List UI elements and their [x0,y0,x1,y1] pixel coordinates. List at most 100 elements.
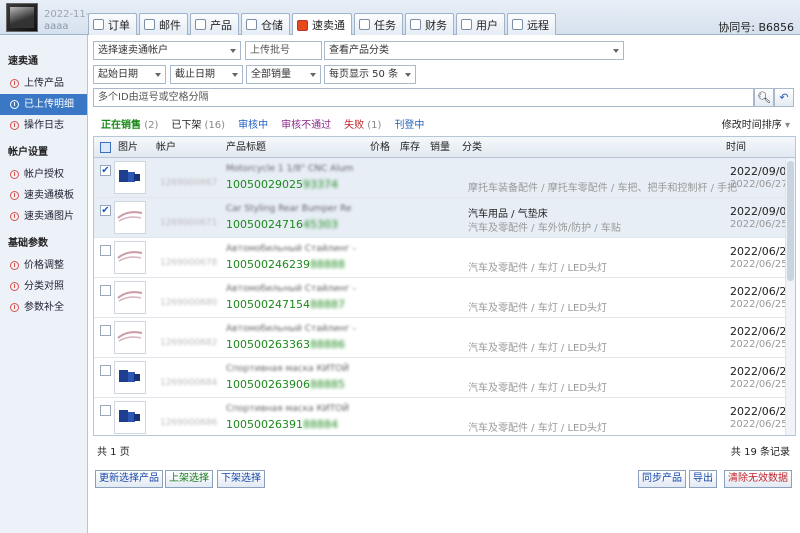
product-id-tail: 45303 [302,218,338,231]
row-title[interactable]: Автомобильный Стайлинг - [226,284,356,294]
status-publishing[interactable]: 刊登中 [394,116,424,131]
reset-button[interactable]: ↶ [774,88,794,107]
row-product-id[interactable]: 10050024623988888 [226,258,345,271]
pagesize-select[interactable]: 每页显示 50 条 [324,65,416,84]
tab-finance[interactable]: 财务 [405,13,454,35]
row-title[interactable]: Motorcycle 1 1/8" CNC Alum [226,164,353,174]
sales-select[interactable]: 全部销量 [246,65,321,84]
row-created-time: 2022/06/25 [730,419,788,430]
sync-products-button[interactable]: 同步产品 [638,470,686,488]
status-filter-bar: 正在销售 (2) 已下架 (16) 审核中 审核不通过 失败 (1) 刊登中 [101,116,437,131]
tab-order[interactable]: 订单 [88,13,137,35]
update-selected-button[interactable]: 更新选择产品 [95,470,163,488]
row-product-id[interactable]: 1005002471645303 [226,218,338,231]
row-checkbox[interactable] [100,285,111,296]
remote-icon [512,19,523,30]
row-category-path: 汽车及零配件 / 车灯 / LED头灯 [468,263,608,274]
status-reviewing[interactable]: 审核中 [238,116,268,131]
row-created-time: 2022/06/25 [730,259,788,270]
status-off-shelf[interactable]: 已下架 (16) [171,116,225,131]
sidebar-section-account: 帐户设置 [8,147,48,158]
status-rejected[interactable]: 审核不通过 [281,116,331,131]
row-category-path: 汽车及零配件 / 车灯 / LED头灯 [468,343,608,354]
search-button[interactable]: 🔍︎ [754,88,774,107]
tab-remote[interactable]: 远程 [507,13,556,35]
row-account: 1269000682 [160,338,218,348]
product-thumbnail[interactable] [114,201,146,234]
product-thumbnail[interactable] [114,361,146,394]
id-search-input[interactable]: 多个ID由逗号或空格分隔 [93,88,754,107]
row-modified-time: 2022/06/25 [730,325,794,338]
row-title[interactable]: Автомобильный Стайлинг - [226,324,356,334]
product-thumbnail[interactable] [114,401,146,434]
table-row[interactable]: 1269000678 Автомобильный Стайлинг - 100500… [94,238,795,278]
sort-link[interactable]: 修改时间排序 ▾ [722,116,790,131]
table-row[interactable]: 1269000682 Автомобильный Стайлинг - 100500… [94,318,795,358]
row-product-id[interactable]: 10050026390688885 [226,378,345,391]
sidebar-item-items2-0[interactable]: 帐户授权 [0,164,87,185]
table-scrollbar[interactable] [785,159,795,435]
row-checkbox[interactable]: ✔ [100,205,111,216]
power-icon [10,282,19,291]
row-product-id[interactable]: 10050026336388886 [226,338,345,351]
product-id-text: 100500263363 [226,338,310,351]
product-thumbnail[interactable] [114,161,146,194]
table-row[interactable]: ✔ 1269000671 Car Styling Rear Bumper Re 100… [94,198,795,238]
delist-selected-button[interactable]: 下架选择 [217,470,265,488]
status-on-sale[interactable]: 正在销售 (2) [101,116,158,131]
row-title[interactable]: Спортивная маска КИТОЙ [226,364,349,374]
sidebar-item-items2-2[interactable]: 速卖通图片 [0,206,87,227]
row-product-id[interactable]: 10050024715488887 [226,298,345,311]
row-modified-time: 2022/06/25 [730,365,794,378]
row-checkbox[interactable] [100,365,111,376]
power-icon [10,303,19,312]
table-row[interactable]: 1269000684 Спортивная маска КИТОЙ 10050026… [94,358,795,398]
row-checkbox[interactable] [100,405,111,416]
tab-label: 邮件 [159,18,181,32]
select-all-checkbox[interactable] [100,142,111,153]
main-panel: 选择速卖通帐户 上传批号 查看产品分类 起始日期 截止日期 全部销量 每页显示 … [89,35,800,533]
clear-invalid-button[interactable]: 清除无效数据 [724,470,792,488]
row-title[interactable]: Автомобильный Стайлинг - [226,244,356,254]
table-row[interactable]: 1269000686 Спортивная маска КИТОЙ 10050026… [94,398,795,435]
row-checkbox[interactable] [100,325,111,336]
product-id-text: 10050024716 [226,218,303,231]
scrollbar-thumb[interactable] [787,161,794,281]
user-avatar[interactable] [6,3,38,32]
sidebar-item-items3-2[interactable]: 参数补全 [0,297,87,318]
tab-product[interactable]: 产品 [190,13,239,35]
table-row[interactable]: ✔ 1269000667 Motorcycle 1 1/8" CNC Alum 100… [94,158,795,198]
col-account: 帐户 [156,142,176,153]
tab-mail[interactable]: 邮件 [139,13,188,35]
row-product-id[interactable]: 1005002639188884 [226,418,338,431]
product-thumbnail[interactable] [114,241,146,274]
row-title[interactable]: Car Styling Rear Bumper Re [226,204,352,214]
tab-aliexpress[interactable]: 速卖通 [292,13,352,36]
tab-task[interactable]: 任务 [354,13,403,35]
status-failed[interactable]: 失败 (1) [344,116,381,131]
row-title[interactable]: Спортивная маска КИТОЙ [226,404,349,414]
sidebar-item-items1-1[interactable]: 已上传明细 [0,94,87,115]
end-date-select[interactable]: 截止日期 [170,65,243,84]
sidebar-item-items1-0[interactable]: 上传产品 [0,73,87,94]
row-product-id[interactable]: 1005002902593374 [226,178,338,191]
export-button[interactable]: 导出 [689,470,717,488]
batch-input[interactable]: 上传批号 [245,41,322,60]
tab-user[interactable]: 用户 [456,13,505,35]
start-date-select[interactable]: 起始日期 [93,65,166,84]
header-date: 2022-11-16 [44,9,89,20]
product-thumbnail[interactable] [114,321,146,354]
table-row[interactable]: 1269000680 Автомобильный Стайлинг - 100500… [94,278,795,318]
sidebar-item-items2-1[interactable]: 速卖通模板 [0,185,87,206]
category-select[interactable]: 查看产品分类 [324,41,624,60]
sidebar-item-items1-2[interactable]: 操作日志 [0,115,87,136]
sidebar-item-items3-1[interactable]: 分类对照 [0,276,87,297]
sidebar: 速卖通 上传产品 已上传明细 操作日志 帐户设置 帐户授权 速卖通模板 速卖通图片 基础… [0,35,88,533]
account-select[interactable]: 选择速卖通帐户 [93,41,241,60]
sidebar-item-items3-0[interactable]: 价格调整 [0,255,87,276]
list-selected-button[interactable]: 上架选择 [165,470,213,488]
tab-warehouse[interactable]: 仓储 [241,13,290,35]
row-checkbox[interactable]: ✔ [100,165,111,176]
row-checkbox[interactable] [100,245,111,256]
product-thumbnail[interactable] [114,281,146,314]
